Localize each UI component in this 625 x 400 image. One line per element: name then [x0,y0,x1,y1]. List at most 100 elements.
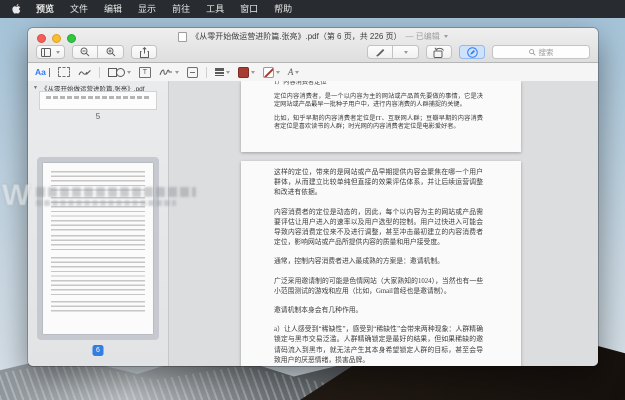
page-5-bottom: 1）内容消费者定位 定位内容消费者，是一个以内容为主的网站或产品首先要做的事情，… [241,81,521,152]
toolbar-divider [206,67,207,78]
chevron-down-icon [226,71,230,74]
paragraph: 比如，知乎早期的内容消费者定位是IT、互联网人群；豆瓣早期的内容消费者定位是喜欢… [274,115,483,131]
current-page-badge: 6 [93,345,104,356]
screen: 预览 文件 编辑 显示 前往 工具 窗口 帮助 《从零开始做运营进阶篇.张亮》.… [0,0,625,400]
paragraph: 邀请机制本身会有几种作用。 [274,306,483,316]
paragraph: 广泛采用邀请制的可能是色情网站（大家熟知的1024），当然也有一些小范围测试的游… [274,277,483,297]
note-tool[interactable] [187,67,198,78]
shape-style-tool[interactable] [215,68,230,76]
thumbnail-paragraph [51,171,145,193]
chevron-down-icon [295,71,299,74]
preview-window: 《从零开始做运营进阶篇.张亮》.pdf（第 6 页，共 226 页） — 已编辑 [28,28,598,366]
page-6-thumbnail[interactable] [43,163,153,334]
chevron-down-icon [251,71,255,74]
menu-item-view[interactable]: 显示 [130,0,164,18]
zoom-in-button[interactable] [98,45,124,59]
traffic-lights [37,34,76,43]
zoom-out-button[interactable] [72,45,98,59]
sidebar-view-button[interactable] [36,45,65,59]
highlight-pen-menu-button[interactable] [393,45,419,59]
thumbnail-paragraph [51,301,145,315]
chevron-down-icon [276,71,280,74]
window-content: ▼ 《从零开始做运营进阶篇.张亮》.pdf 5 6 [28,81,598,366]
chevron-down-icon [404,51,408,54]
thumbnail-paragraph [51,235,145,253]
markup-pen-circle-icon [467,47,478,58]
menu-item-file[interactable]: 文件 [62,0,96,18]
rotate-left-icon [433,47,445,58]
close-button[interactable] [37,34,46,43]
thumbnail-paragraph [51,257,145,297]
edited-status[interactable]: — 已编辑 [406,31,440,42]
thumbnail-text-line [46,96,150,99]
highlighter-icon [375,47,385,57]
markup-toolbar: Aa T [28,63,598,82]
paragraph: a）让人感受到“稀缺性”，感受到“稀缺性”会带来两种现象：人群精确锁定与黑市交易… [274,325,483,366]
page-6-selection-highlight [37,157,159,340]
toolbar-divider [99,67,100,78]
sketch-tool[interactable] [78,67,91,77]
section-heading: 1）内容消费者定位 [274,81,483,87]
fill-color-swatch-icon [263,67,274,78]
text-style-tool[interactable]: A [288,67,300,77]
text-selection-tool[interactable]: Aa [35,67,50,77]
highlight-pen-button[interactable] [367,45,393,59]
paragraph: 定位内容消费者，是一个以内容为主的网站或产品首先要做的事情，它是决定网站或产品最… [274,93,483,109]
text-box-icon: T [139,67,151,78]
search-icon [529,49,536,56]
line-style-icon [215,68,224,76]
document-proxy-icon[interactable] [178,32,187,42]
text-style-icon: A [288,67,294,77]
note-icon [187,67,198,78]
zoom-window-button[interactable] [67,34,76,43]
thumbnail-paragraph [51,197,145,231]
rotate-button[interactable] [426,45,452,59]
signature-tool[interactable] [159,68,179,77]
title-chevron-icon [444,35,448,38]
menu-item-preview[interactable]: 预览 [28,0,62,18]
share-button[interactable] [131,45,157,59]
border-color-swatch-icon [238,67,249,78]
menu-item-go[interactable]: 前往 [164,0,198,18]
page-5-number-label: 5 [28,112,168,121]
title-bar: 《从零开始做运营进阶篇.张亮》.pdf（第 6 页，共 226 页） — 已编辑 [88,31,538,42]
disclosure-triangle-icon[interactable]: ▼ [33,85,38,91]
text-selection-icon: Aa [35,67,46,77]
apple-menu-icon[interactable] [12,3,22,15]
zoom-out-icon [80,47,90,57]
shapes-icon-circle [116,68,125,77]
sidebar-icon [41,48,54,57]
paragraph: 内容消费者的定位是动态的，因此，每个以内容为主的网站或产品需要评估让用户进入的速… [274,208,483,249]
menu-bar: 预览 文件 编辑 显示 前往 工具 窗口 帮助 [0,0,625,18]
search-placeholder: 搜索 [539,47,554,58]
markup-toolbar-toggle-button[interactable] [459,45,485,59]
window-title: 《从零开始做运营进阶篇.张亮》.pdf（第 6 页，共 226 页） [191,31,401,42]
search-input[interactable]: 搜索 [492,45,590,59]
paragraph: 通常，控制内容消费者进入最成熟的方案是：邀请机制。 [274,257,483,267]
shapes-tool[interactable] [108,68,131,77]
border-color-tool[interactable] [238,67,255,78]
rect-selection-icon [58,67,70,77]
paragraph: 这样的定位，带来的是网站或产品早期提供内容会聚焦在哪一个用户群体，从而建立比较单… [274,168,483,199]
document-pane[interactable]: 1）内容消费者定位 定位内容消费者，是一个以内容为主的网站或产品首先要做的事情，… [169,81,598,366]
chevron-down-icon [127,71,131,74]
menu-item-window[interactable]: 窗口 [232,0,266,18]
chevron-down-icon [56,51,60,54]
page-5-thumbnail[interactable] [39,91,157,110]
menu-item-tools[interactable]: 工具 [198,0,232,18]
toolbar: 搜索 [36,44,590,60]
page-6: 这样的定位，带来的是网站或产品早期提供内容会聚焦在哪一个用户群体，从而建立比较单… [241,161,521,366]
text-box-tool[interactable]: T [139,67,151,78]
minimize-button[interactable] [52,34,61,43]
share-icon [140,47,149,58]
sketch-icon [78,67,91,77]
signature-icon [159,68,173,77]
rect-selection-tool[interactable] [58,67,70,77]
thumbnail-sidebar: ▼ 《从零开始做运营进阶篇.张亮》.pdf 5 6 [28,81,169,366]
text-cursor-bar [49,68,50,77]
menu-item-help[interactable]: 帮助 [266,0,300,18]
fill-color-tool[interactable] [263,67,280,78]
menu-item-edit[interactable]: 编辑 [96,0,130,18]
chevron-down-icon [175,71,179,74]
window-chrome: 《从零开始做运营进阶篇.张亮》.pdf（第 6 页，共 226 页） — 已编辑 [28,28,598,63]
